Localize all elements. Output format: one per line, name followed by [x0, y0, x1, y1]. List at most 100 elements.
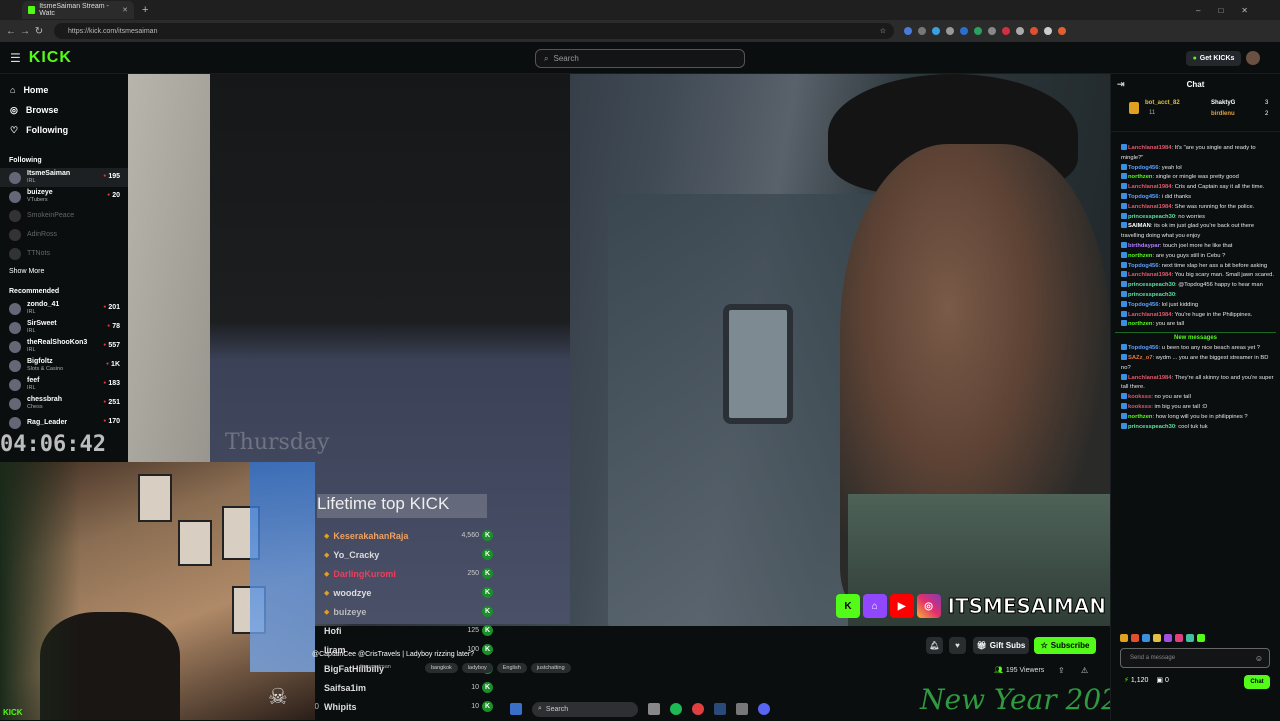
bookmark-star-icon[interactable]: ☆ [880, 27, 886, 35]
chat-username[interactable]: Lanchlanat1984 [1128, 312, 1172, 318]
chat-username[interactable]: northzen [1128, 321, 1152, 327]
chat-username[interactable]: princesspeach30 [1128, 214, 1175, 220]
chat-send-button[interactable]: Chat [1244, 675, 1270, 689]
nav-following[interactable]: ♡ Following [0, 120, 128, 140]
extension-icon[interactable] [988, 27, 996, 35]
extension-icon[interactable] [946, 27, 954, 35]
chat-input-placeholder: Send a message [1130, 655, 1176, 661]
nav-home[interactable]: ⌂ Home [0, 80, 128, 100]
chat-username[interactable]: Lanchlanat1984 [1128, 204, 1172, 210]
chat-username[interactable]: princesspeach30 [1128, 292, 1175, 298]
sidebar-channel[interactable]: AdinRoss [0, 225, 128, 244]
notification-bell-icon[interactable]: 🔔︎ [926, 637, 943, 654]
sidebar-channel[interactable]: buizeyeVTubers 20 [0, 187, 128, 206]
reload-icon[interactable]: ↻ [32, 26, 46, 37]
chat-username[interactable]: northzen [1128, 414, 1152, 420]
emote-icon[interactable] [1131, 634, 1139, 642]
puzzle-icon[interactable] [1044, 27, 1052, 35]
follow-heart-icon[interactable]: ♥ [949, 637, 966, 654]
show-more-link[interactable]: Show More [0, 265, 128, 279]
chat-text: You big scary man. Small jawn scared. [1174, 272, 1274, 279]
sidebar-channel[interactable]: feefIRL 183 [0, 375, 128, 394]
sidebar-channel[interactable]: BigfoltzSlots & Casino 1K [0, 356, 128, 375]
emote-icon[interactable] [1153, 634, 1161, 642]
chat-username[interactable]: Topdog456 [1128, 194, 1159, 200]
nav-browse[interactable]: ◎ Browse [0, 100, 128, 120]
tag-chip[interactable]: English [496, 663, 527, 673]
sidebar-channel[interactable]: TTNots [0, 244, 128, 263]
chat-username[interactable]: northzen [1128, 253, 1152, 259]
channel-category: Slots & Casino [27, 366, 64, 372]
subscribe-button[interactable]: ☆ Subscribe [1034, 637, 1096, 654]
emote-icon[interactable] [1186, 634, 1194, 642]
hamburger-menu-icon[interactable]: ☰ [10, 51, 21, 65]
sidebar-channel[interactable]: theRealShooKon3IRL 557 [0, 337, 128, 356]
chat-username[interactable]: SAIMAN [1128, 223, 1151, 229]
sidebar-channel[interactable]: Rag_Leader 170 [0, 413, 128, 432]
tag-chip[interactable]: ladyboy [461, 663, 493, 673]
chat-username[interactable]: northzen [1128, 174, 1152, 180]
extension-icon[interactable] [1030, 27, 1038, 35]
extension-icon[interactable] [974, 27, 982, 35]
chat-username[interactable]: Lanchlanat1984 [1128, 375, 1172, 381]
sidebar-channel[interactable]: zondo_41IRL 201 [0, 299, 128, 318]
close-tab-icon[interactable]: ✕ [122, 6, 128, 14]
report-icon[interactable]: ⚠ [1081, 666, 1088, 675]
profile-avatar-icon[interactable] [1058, 27, 1066, 35]
chat-username[interactable]: kooksss [1128, 404, 1151, 410]
chat-username[interactable]: kooksss [1128, 394, 1151, 400]
extension-icon[interactable] [932, 27, 940, 35]
back-arrow-icon[interactable]: ← [4, 26, 18, 37]
kick-logo[interactable]: KICK [29, 49, 72, 67]
chat-username[interactable]: Lanchlanat1984 [1128, 272, 1172, 278]
chat-username[interactable]: birthdaypar [1128, 243, 1160, 249]
chat-text: lol just kidding [1161, 301, 1199, 308]
sidebar-channel[interactable]: SirSweetIRL 78 [0, 318, 128, 337]
emoji-picker-icon[interactable]: ☺ [1255, 654, 1263, 663]
stream-title: @CaptainCee @CrisTravels | Ladyboy rizzi… [312, 651, 475, 658]
extension-icon[interactable] [918, 27, 926, 35]
emote-icon[interactable] [1175, 634, 1183, 642]
forward-arrow-icon[interactable]: → [18, 26, 32, 37]
chat-username[interactable]: princesspeach30 [1128, 282, 1175, 288]
sidebar-channel[interactable]: chessbrahChess 251 [0, 394, 128, 413]
points-display[interactable]: ⚡︎ 1,120 [1124, 676, 1148, 684]
browser-tab[interactable]: ItsmeSaiman Stream - Watc ✕ [22, 1, 134, 19]
chat-username[interactable]: SAZz_o7 [1128, 355, 1152, 361]
collapse-chat-icon[interactable]: ⇥ [1117, 79, 1125, 90]
extension-icon[interactable] [1002, 27, 1010, 35]
sidebar-channel[interactable]: ItsmeSaimanIRL 195 [0, 168, 128, 187]
emote-icon[interactable] [1142, 634, 1150, 642]
chat-username[interactable]: Lanchlanat1984 [1128, 145, 1172, 151]
channel-name: Bigfoltz [27, 358, 53, 365]
kick-coin-icon: K [482, 606, 493, 617]
gift-subs-button[interactable]: 🎁︎ Gift Subs [973, 637, 1029, 654]
user-avatar[interactable] [1246, 51, 1260, 65]
get-kicks-button[interactable]: ● Get KICKs [1186, 51, 1241, 66]
gift-count[interactable]: ▣ 0 [1156, 676, 1168, 684]
tag-chip[interactable]: justchatting [530, 663, 571, 673]
sidebar-channel[interactable]: SmokeinPeace [0, 206, 128, 225]
new-messages-divider[interactable]: New messages [1115, 332, 1276, 342]
emote-icon[interactable] [1197, 634, 1205, 642]
chat-username[interactable]: Lanchlanat1984 [1128, 184, 1172, 190]
emote-icon[interactable] [1120, 634, 1128, 642]
window-controls[interactable]: –□✕ [1196, 6, 1266, 15]
chat-username[interactable]: Topdog456 [1128, 345, 1159, 351]
share-icon[interactable]: ⇪ [1058, 666, 1065, 675]
chat-username[interactable]: Topdog456 [1128, 165, 1159, 171]
chat-username[interactable]: princesspeach30 [1128, 424, 1175, 430]
extension-icon[interactable] [960, 27, 968, 35]
emote-icon[interactable] [1164, 634, 1172, 642]
search-input[interactable]: ⌕ Search [535, 49, 745, 68]
new-tab-icon[interactable]: + [142, 4, 148, 16]
url-field[interactable]: https://kick.com/itsmesaiman ☆ [54, 23, 894, 39]
extension-icon[interactable] [904, 27, 912, 35]
chat-username[interactable]: Topdog456 [1128, 302, 1159, 308]
chat-input[interactable]: Send a message ☺ [1120, 648, 1270, 668]
leaderboard-name: Hofi [324, 625, 342, 636]
channel-name: buizeye [27, 189, 53, 196]
chat-username[interactable]: Topdog456 [1128, 263, 1159, 269]
extension-icon[interactable] [1016, 27, 1024, 35]
tag-chip[interactable]: bangkok [425, 663, 458, 673]
